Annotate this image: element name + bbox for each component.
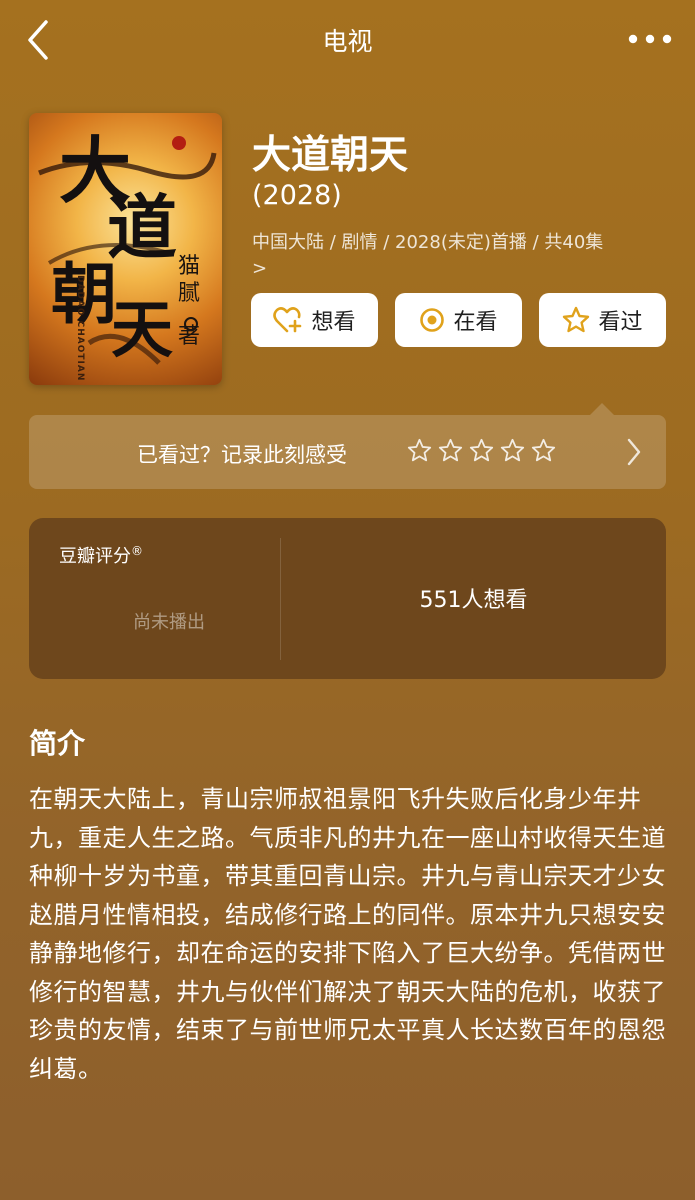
- douban-score-label: 豆瓣评分®: [59, 542, 143, 568]
- poster-author: 猫 腻 著: [176, 253, 202, 350]
- douban-score-card: 豆瓣评分® 尚未播出 551人想看: [29, 518, 666, 679]
- star-outline-icon[interactable]: [407, 438, 432, 463]
- rating-stars[interactable]: [407, 438, 556, 463]
- want-to-watch-label: 想看: [311, 310, 356, 335]
- page-title: 电视: [322, 27, 373, 56]
- score-status: 尚未播出: [133, 612, 205, 633]
- heart-plus-icon: [273, 307, 302, 333]
- douban-score-label-text: 豆瓣评分: [59, 546, 131, 567]
- star-icon: [563, 306, 590, 333]
- top-navigation-bar: 电视: [0, 0, 695, 84]
- star-outline-icon[interactable]: [438, 438, 463, 463]
- chevron-right-icon: >: [252, 258, 268, 279]
- star-outline-icon[interactable]: [469, 438, 494, 463]
- rate-prompt-text: 已看过？记录此刻感受: [137, 443, 347, 467]
- poster-seal-icon: [184, 317, 198, 331]
- poster-title-char: 天: [111, 293, 174, 366]
- show-meta-text: 中国大陆 / 剧情 / 2028(未定)首播 / 共40集: [252, 232, 604, 253]
- watching-label: 在看: [453, 310, 498, 335]
- intro-body: 在朝天大陆上，青山宗师叔祖景阳飞升失败后化身少年井九，重走人生之路。气质非凡的井…: [29, 785, 666, 1083]
- show-year: (2028): [252, 180, 342, 211]
- want-count[interactable]: 551人想看: [281, 582, 666, 614]
- show-poster[interactable]: 大 道 朝 天 DADAO CHAOTIAN 猫 腻 著: [29, 113, 222, 385]
- poster-title-char: 道: [107, 186, 177, 269]
- star-outline-icon[interactable]: [500, 438, 525, 463]
- star-outline-icon[interactable]: [531, 438, 556, 463]
- intro-heading: 简介: [29, 727, 86, 760]
- more-dots-icon: [628, 34, 672, 44]
- want-to-watch-button[interactable]: 想看: [251, 293, 378, 347]
- poster-author-char: 腻: [177, 281, 200, 306]
- chevron-right-icon: [627, 438, 641, 466]
- watched-label: 看过: [598, 310, 643, 335]
- poster-author-char: 猫: [177, 254, 200, 279]
- poster-pinyin: DADAO CHAOTIAN: [75, 275, 85, 382]
- more-button[interactable]: [627, 24, 673, 54]
- show-meta[interactable]: 中国大陆 / 剧情 / 2028(未定)首播 / 共40集 >: [252, 230, 672, 282]
- watching-button[interactable]: 在看: [395, 293, 522, 347]
- show-title: 大道朝天: [252, 133, 409, 178]
- rate-bar-pointer: [590, 403, 614, 415]
- registered-mark: ®: [131, 544, 143, 558]
- watched-button[interactable]: 看过: [539, 293, 666, 347]
- rate-prompt-bar[interactable]: 已看过？记录此刻感受: [29, 415, 666, 489]
- watching-circle-icon: [420, 308, 445, 332]
